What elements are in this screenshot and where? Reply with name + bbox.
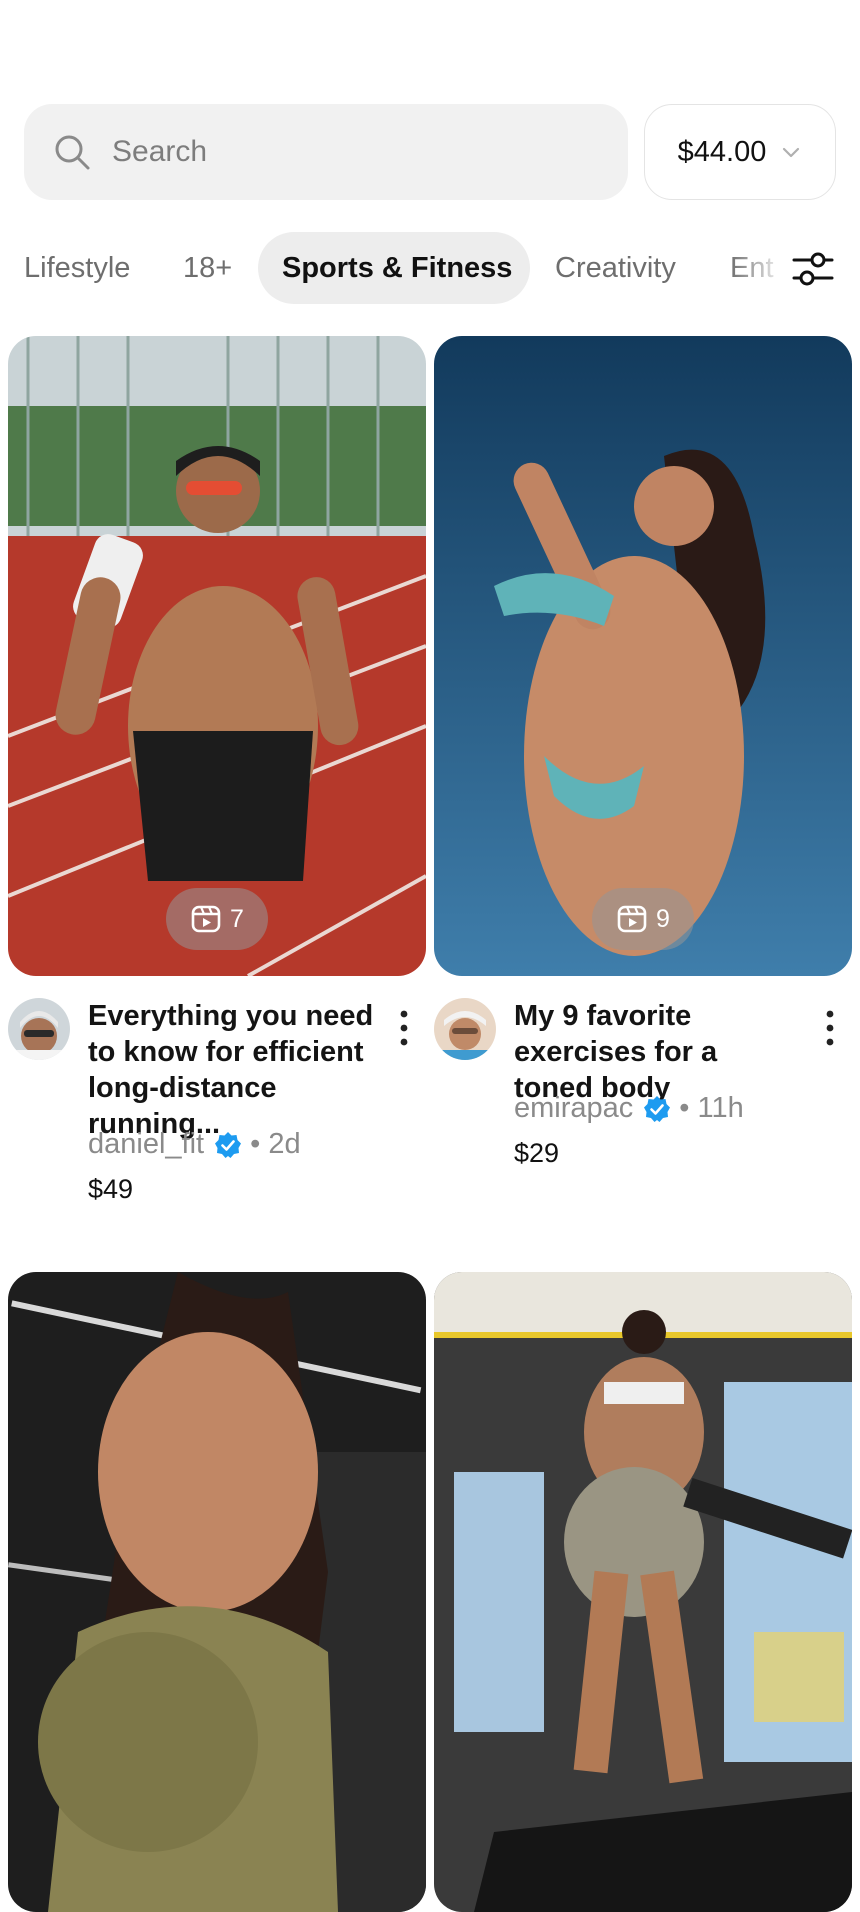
- treadmill-photo: [434, 1272, 852, 1912]
- post-title[interactable]: My 9 favorite exercises for a toned body: [514, 998, 804, 1106]
- post-thumbnail[interactable]: [434, 1272, 852, 1912]
- dot-separator: •: [679, 1092, 698, 1124]
- author-name[interactable]: daniel_fit: [88, 1128, 204, 1161]
- post-thumbnail[interactable]: 7: [8, 336, 426, 976]
- balance-amount: $44.00: [677, 135, 767, 168]
- more-vertical-icon[interactable]: [818, 1006, 842, 1050]
- search-icon: [55, 135, 90, 170]
- tab-creativity[interactable]: Creativity: [555, 232, 676, 304]
- media-count-badge: 9: [592, 888, 694, 950]
- verified-badge-icon: [644, 1095, 671, 1122]
- author-name[interactable]: emirapac: [514, 1092, 633, 1125]
- post-price: $29: [514, 1138, 560, 1168]
- reel-icon: [191, 905, 221, 933]
- post-title[interactable]: Everything you need to know for efficien…: [88, 998, 378, 1142]
- tab-18-plus[interactable]: 18+: [183, 232, 232, 304]
- avatar[interactable]: [8, 998, 70, 1060]
- author-line: daniel_fit • 2d: [88, 1128, 301, 1161]
- athlete-track-photo: [8, 336, 426, 976]
- search-input[interactable]: Search: [24, 104, 628, 200]
- post-age: 2d: [268, 1128, 301, 1160]
- post-thumbnail[interactable]: 9: [434, 336, 852, 976]
- balance-dropdown[interactable]: $44.00: [644, 104, 836, 200]
- top-bar: Search $44.00: [24, 104, 836, 200]
- post-thumbnail[interactable]: [8, 1272, 426, 1912]
- author-line: emirapac • 11h: [514, 1092, 744, 1125]
- chevron-down-icon: [783, 147, 800, 158]
- tab-sports-fitness[interactable]: Sports & Fitness: [258, 232, 530, 304]
- tab-entertainment[interactable]: Ent: [730, 232, 778, 304]
- search-placeholder: Search: [112, 135, 208, 168]
- beach-pose-photo: [434, 336, 852, 976]
- post-age: 11h: [697, 1092, 744, 1124]
- tab-lifestyle[interactable]: Lifestyle: [24, 232, 130, 304]
- gym-back-photo: [8, 1272, 426, 1912]
- verified-badge-icon: [215, 1131, 242, 1158]
- filter-icon[interactable]: [790, 246, 836, 292]
- media-count-badge: 7: [166, 888, 268, 950]
- avatar[interactable]: [434, 998, 496, 1060]
- reel-icon: [617, 905, 647, 933]
- post-price: $49: [88, 1174, 134, 1204]
- dot-separator: •: [250, 1128, 269, 1160]
- category-tabs: Lifestyle 18+ Sports & Fitness Creativit…: [0, 232, 860, 304]
- more-vertical-icon[interactable]: [392, 1006, 416, 1050]
- media-count: 9: [656, 904, 670, 933]
- media-count: 7: [230, 904, 244, 933]
